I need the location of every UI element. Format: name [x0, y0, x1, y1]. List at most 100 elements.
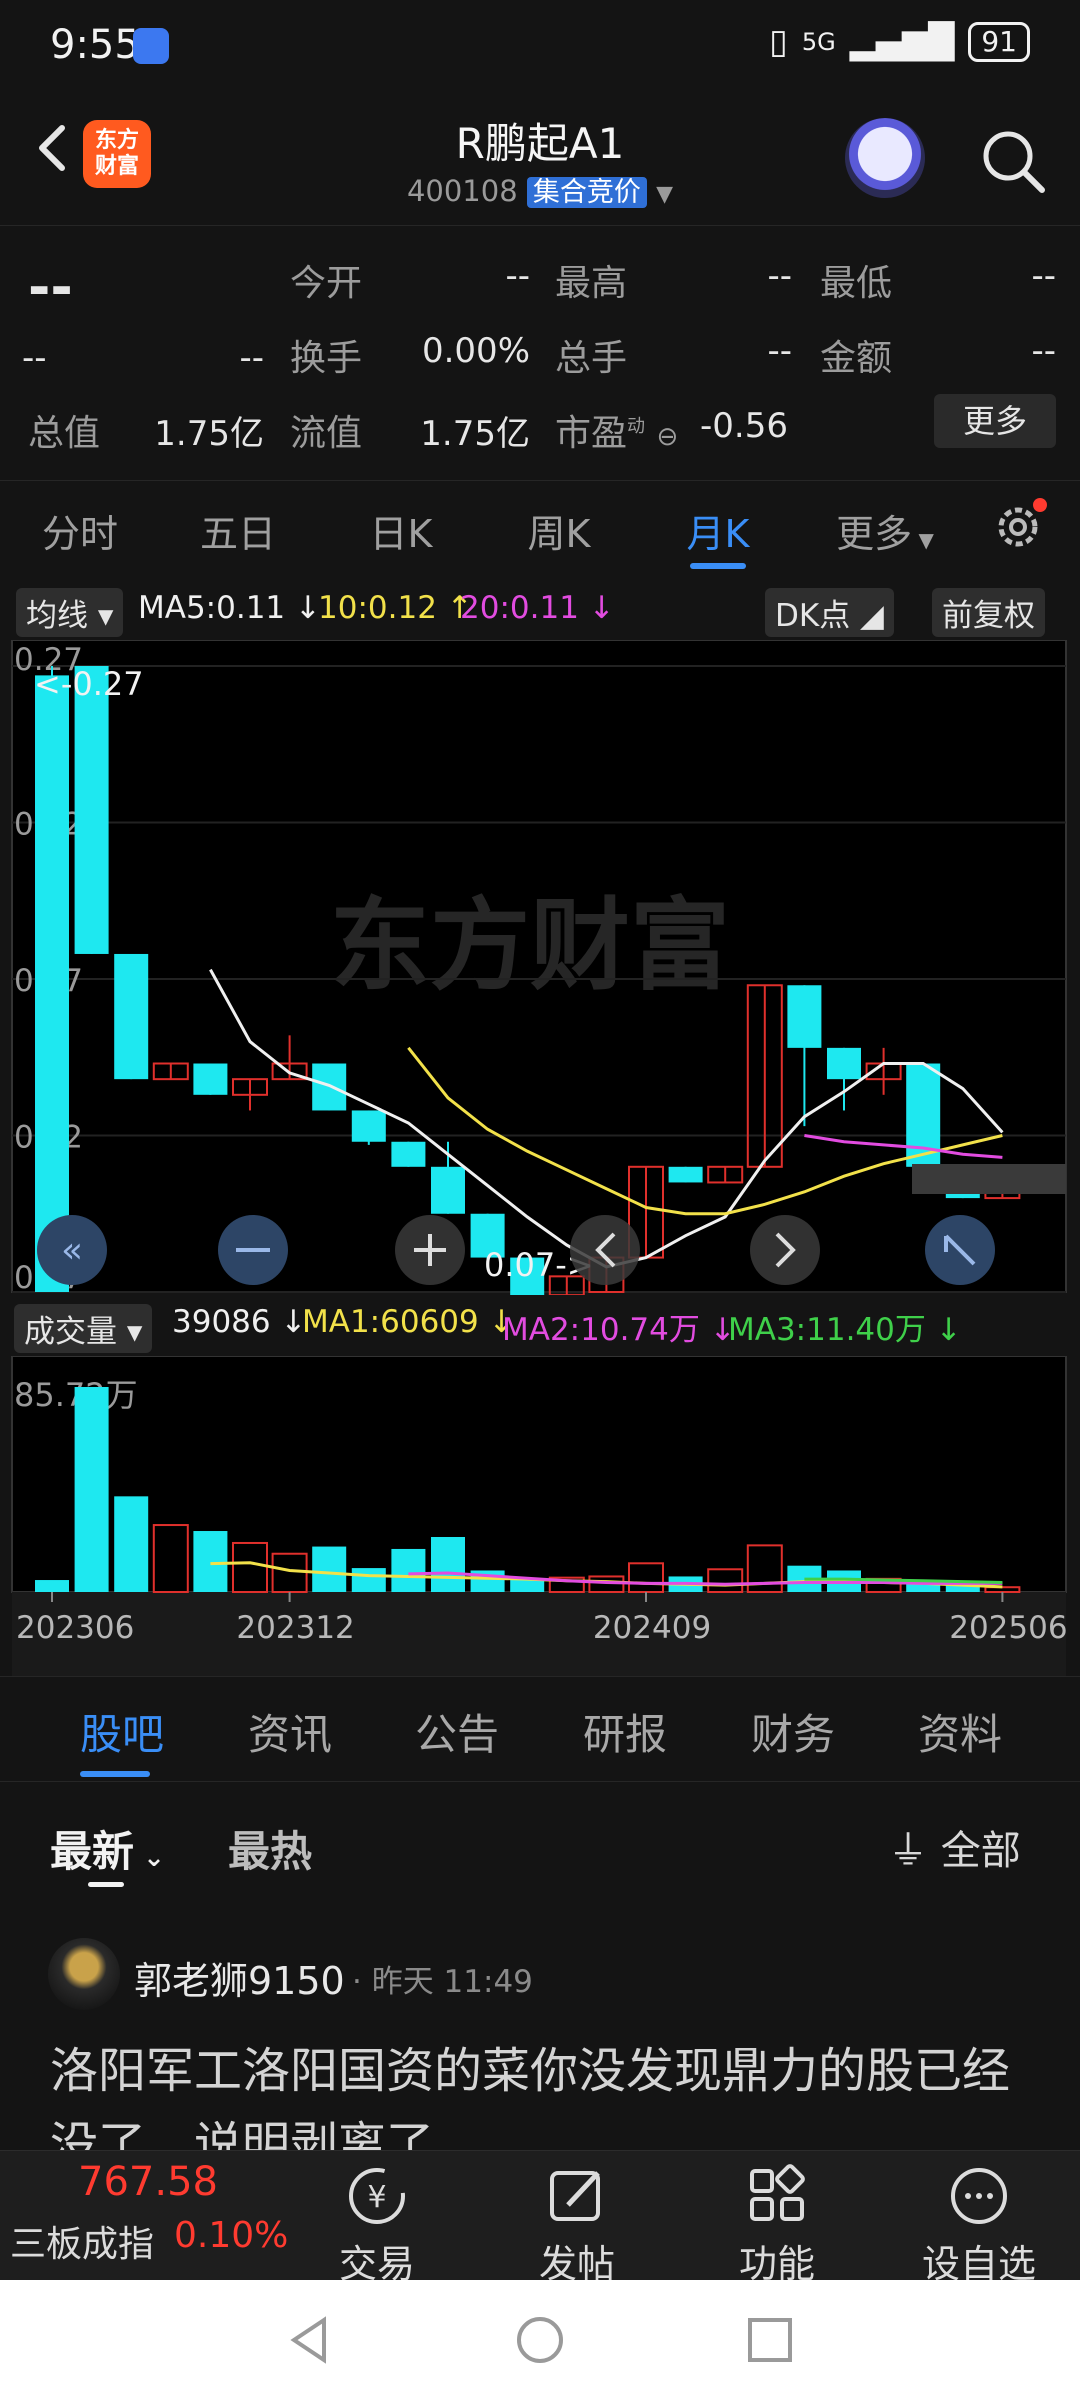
nav-recents-icon[interactable]	[740, 2310, 800, 2370]
trade-button[interactable]: ¥ 交易	[302, 2163, 452, 2288]
stock-code: 400108	[406, 174, 518, 208]
candle-body	[193, 1063, 228, 1095]
function-button[interactable]: 功能	[702, 2163, 852, 2288]
volume-value-legend: 39086 ↓	[172, 1304, 307, 1340]
robot-assistant-icon[interactable]	[845, 118, 925, 198]
tab-news[interactable]: 资讯	[205, 1701, 375, 1762]
candlestick-chart[interactable]: 东方财富 0.270.220.170.120.07 <-0.270.07-> «	[0, 640, 1080, 1295]
index-value: 767.58	[78, 2159, 218, 2205]
filter-icon: ⏚	[888, 1828, 928, 1874]
volume-bar	[114, 1496, 149, 1592]
status-bar: 9:55 ▯ 5G ▂▄▆█ 91	[0, 0, 1080, 90]
candle-body	[35, 675, 69, 1292]
float-mv-label: 流值	[290, 413, 363, 454]
bottom-toolbar: 767.58 三板成指 0.10% ¥ 交易 发帖 功能 设自选	[0, 2150, 1080, 2286]
total-mv-value: 1.75亿	[154, 414, 264, 454]
volume-bar	[351, 1568, 386, 1592]
fullscreen-icon[interactable]	[925, 1215, 995, 1285]
tab-guba[interactable]: 股吧	[37, 1701, 207, 1762]
tab-intraday[interactable]: 分时	[5, 503, 155, 558]
zoom-in-button[interactable]	[395, 1215, 465, 1285]
chart-watermark: 东方财富	[330, 887, 730, 1004]
tab-research[interactable]: 研报	[540, 1701, 710, 1762]
quote-panel: -- -- -- 今开 -- 最高 -- 最低 -- 换手 0.00% 总手 -…	[0, 225, 1080, 470]
post-button[interactable]: 发帖	[502, 2163, 652, 2288]
x-tick-label: 202506	[949, 1610, 1067, 1646]
candle-body	[114, 953, 149, 1080]
tab-monthly-k[interactable]: 月K	[643, 503, 793, 558]
filter-button[interactable]: ⏚ 全部	[888, 1818, 1021, 1876]
adjust-price-button[interactable]: 前复权	[932, 588, 1045, 637]
tab-daily-k[interactable]: 日K	[326, 503, 476, 558]
low-value: --	[1031, 256, 1056, 296]
ma-selector[interactable]: 均线 ▾	[16, 588, 124, 637]
post-item[interactable]: 郭老狮9150 · 昨天 11:49 洛阳军工洛阳国资的菜你没发现鼎力的股已经没…	[0, 1902, 1080, 2154]
volume-bar	[35, 1580, 69, 1592]
yen-icon: ¥	[349, 2168, 405, 2224]
price-change: --	[22, 338, 47, 378]
apps-icon	[750, 2164, 805, 2221]
sort-latest[interactable]: 最新 ⌄	[50, 1818, 165, 1879]
volume-bar	[74, 1387, 109, 1592]
dk-point-button[interactable]: DK点 ◢	[765, 588, 894, 637]
more-quote-button[interactable]: 更多	[934, 394, 1056, 448]
auction-badge: 集合竞价	[526, 177, 647, 208]
status-time: 9:55	[50, 22, 140, 68]
candle-body	[351, 1110, 386, 1142]
search-icon[interactable]	[978, 126, 1048, 196]
candle-body	[431, 1166, 465, 1214]
stock-header: 东方 财富 R鹏起A1 400108 集合竞价 ▼	[0, 90, 1080, 225]
chevron-down-icon: ▼	[656, 182, 674, 207]
volume-chart[interactable]: 85.72万 202306202312202409202506	[0, 1356, 1080, 1676]
x-tick-label: 202306	[16, 1610, 134, 1646]
chevron-left-icon[interactable]	[570, 1215, 640, 1285]
post-author[interactable]: 郭老狮9150	[134, 1950, 345, 2005]
sort-hot[interactable]: 最热	[228, 1818, 312, 1879]
signal-icon: ▂▄▆█	[849, 22, 955, 62]
post-text[interactable]: 洛阳军工洛阳国资的菜你没发现鼎力的股已经没了，说明剥离了	[50, 2034, 1050, 2154]
sort-row: 最新 ⌄ 最热 ⏚ 全部	[0, 1782, 1080, 1902]
amount-value: --	[1031, 331, 1056, 371]
amount-label: 金额	[820, 338, 893, 379]
open-value: --	[505, 256, 530, 296]
price-change-pct: --	[239, 338, 264, 378]
ma5-legend: MA5:0.11 ↓	[138, 590, 321, 626]
ma20-legend: 20:0.11 ↓	[460, 590, 615, 626]
volume-selector[interactable]: 成交量 ▾	[14, 1304, 153, 1353]
tab-more[interactable]: 更多 ▼	[810, 503, 960, 558]
avatar[interactable]	[48, 1938, 120, 2010]
gear-icon[interactable]	[990, 495, 1050, 555]
index-name: 三板成指	[10, 2224, 155, 2265]
more-icon	[951, 2168, 1007, 2224]
last-price: --	[28, 256, 73, 319]
battery-icon: 91	[968, 22, 1030, 62]
nav-home-icon[interactable]	[510, 2310, 570, 2370]
chevron-right-icon[interactable]	[750, 1215, 820, 1285]
volume-value: --	[767, 331, 792, 371]
volume-bar	[312, 1546, 347, 1592]
status-icons: ▯ 5G ▂▄▆█ 91	[769, 22, 1030, 62]
ma10-legend: 10:0.12 ↑	[318, 590, 473, 626]
add-watchlist-button[interactable]: 设自选	[904, 2163, 1054, 2288]
tab-weekly-k[interactable]: 周K	[484, 503, 634, 558]
tab-profile[interactable]: 资料	[875, 1701, 1045, 1762]
index-ticker[interactable]: 767.58 三板成指 0.10%	[0, 2151, 288, 2281]
low-label: 最低	[820, 263, 893, 304]
candle-body	[787, 985, 822, 1048]
volume-label: 总手	[555, 338, 628, 379]
tab-announcements[interactable]: 公告	[372, 1701, 542, 1762]
info-icon[interactable]: ⊖	[656, 422, 678, 452]
chart-period-tabs: 分时 五日 日K 周K 月K 更多 ▼	[0, 480, 1080, 580]
scroll-left-button[interactable]: «	[37, 1215, 107, 1285]
tab-finance[interactable]: 财务	[708, 1701, 878, 1762]
high-value: --	[767, 256, 792, 296]
triangle-down-icon: ▼	[912, 528, 934, 552]
tab-five-day[interactable]: 五日	[163, 503, 313, 558]
zoom-out-button[interactable]	[218, 1215, 288, 1285]
nav-back-icon[interactable]	[280, 2310, 340, 2370]
candle-body	[827, 1047, 861, 1080]
float-mv-value: 1.75亿	[420, 414, 530, 454]
svg-text:«: «	[61, 1230, 83, 1271]
ma-legend-row: 均线 ▾ MA5:0.11 ↓ 10:0.12 ↑ 20:0.11 ↓ DK点 …	[0, 580, 1080, 640]
vol-ma3-legend: MA3:11.40万 ↓	[728, 1312, 962, 1348]
